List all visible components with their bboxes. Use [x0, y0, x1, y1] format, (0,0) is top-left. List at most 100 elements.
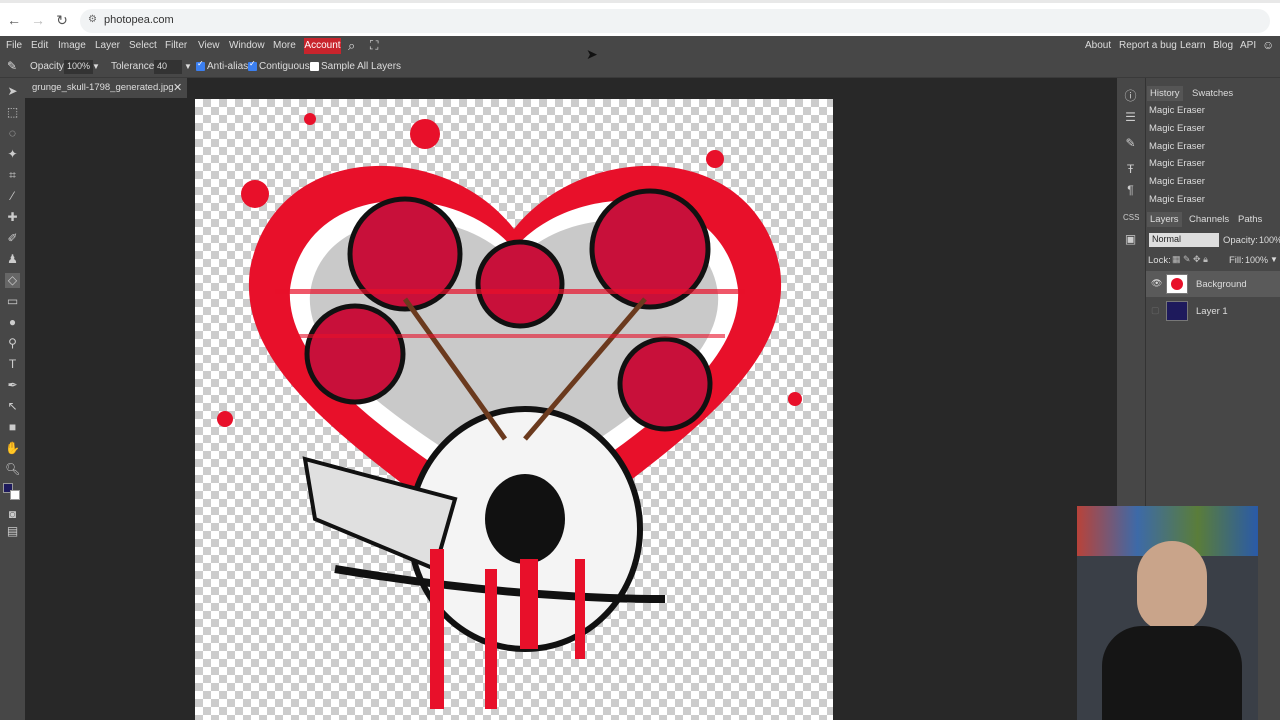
move-tool-icon[interactable]: ➤: [5, 84, 20, 99]
menu-file[interactable]: File: [6, 40, 22, 51]
marquee-tool-icon[interactable]: ⬚: [5, 105, 20, 120]
history-item[interactable]: Magic Eraser: [1149, 141, 1205, 152]
back-arrow-icon[interactable]: ←: [6, 12, 22, 28]
menu-edit[interactable]: Edit: [31, 40, 48, 51]
tab-layers[interactable]: Layers: [1147, 212, 1182, 227]
menu-learn[interactable]: Learn: [1180, 40, 1206, 51]
search-icon[interactable]: ⌕: [348, 38, 355, 54]
document-area: grunge_skull-1798_generated.jpg ✕: [25, 78, 1117, 720]
menu-image[interactable]: Image: [58, 40, 86, 51]
menu-about[interactable]: About: [1085, 40, 1111, 51]
menu-filter[interactable]: Filter: [165, 40, 187, 51]
zoom-tool-icon[interactable]: 🔍︎: [5, 462, 20, 477]
dodge-tool-icon[interactable]: ⚲: [5, 336, 20, 351]
layer-row-background[interactable]: 👁︎ Background: [1146, 271, 1280, 297]
menu-report-bug[interactable]: Report a bug: [1119, 40, 1177, 51]
healing-tool-icon[interactable]: ✚: [5, 210, 20, 225]
fullscreen-icon[interactable]: ⛶: [370, 38, 378, 53]
image-icon[interactable]: ▣: [1123, 232, 1138, 247]
tab-paths[interactable]: Paths: [1238, 214, 1262, 225]
menu-window[interactable]: Window: [229, 40, 265, 51]
canvas[interactable]: [195, 99, 833, 720]
properties-icon[interactable]: ☰: [1123, 110, 1138, 125]
site-info-icon[interactable]: ⚙: [88, 14, 97, 25]
css-icon[interactable]: CSS: [1123, 210, 1139, 225]
layer-row-layer-1[interactable]: ▢ Layer 1: [1146, 298, 1280, 324]
anti-alias-checkbox[interactable]: [196, 59, 205, 71]
tab-history[interactable]: History: [1147, 86, 1183, 101]
webcam-overlay: [1077, 506, 1258, 720]
eyedropper-tool-icon[interactable]: ⁄: [5, 189, 20, 204]
blend-mode-select[interactable]: Normal: [1149, 233, 1219, 247]
lock-label: Lock:: [1148, 255, 1171, 266]
magic-eraser-tool-icon[interactable]: ✎: [7, 59, 17, 73]
account-button[interactable]: Account: [304, 38, 341, 54]
history-item[interactable]: Magic Eraser: [1149, 105, 1205, 116]
layer-thumbnail: [1166, 301, 1188, 321]
sample-all-layers-label: Sample All Layers: [321, 61, 402, 72]
blur-tool-icon[interactable]: ●: [5, 315, 20, 330]
hand-tool-icon[interactable]: ✋: [5, 441, 20, 456]
lasso-tool-icon[interactable]: ◌: [5, 126, 20, 141]
sample-all-layers-checkbox[interactable]: [310, 62, 319, 71]
gradient-tool-icon[interactable]: ▭: [5, 294, 20, 309]
background-color-swatch[interactable]: [10, 490, 20, 500]
url-text: photopea.com: [104, 14, 174, 26]
visibility-eye-icon[interactable]: 👁︎: [1151, 278, 1162, 289]
anti-alias-label: Anti-alias: [207, 61, 249, 72]
lock-icons[interactable]: ▦ ✎ ✥ 🔒︎: [1172, 254, 1208, 265]
menu-layer[interactable]: Layer: [95, 40, 120, 51]
history-item[interactable]: Magic Eraser: [1149, 123, 1205, 134]
fill-dropdown-icon[interactable]: ▼: [1270, 255, 1278, 264]
menu-more[interactable]: More: [273, 40, 296, 51]
social-icon[interactable]: ☺: [1262, 38, 1274, 52]
layer-opacity-label: Opacity:: [1223, 235, 1258, 246]
eraser-tool-icon[interactable]: ◇: [5, 273, 20, 288]
tab-swatches[interactable]: Swatches: [1192, 88, 1233, 99]
paragraph-icon[interactable]: ¶: [1123, 183, 1138, 198]
tolerance-input[interactable]: 40: [154, 60, 182, 74]
document-tab[interactable]: grunge_skull-1798_generated.jpg ✕: [25, 78, 187, 98]
menu-blog[interactable]: Blog: [1213, 40, 1233, 51]
info-icon[interactable]: ⓘ: [1123, 89, 1138, 104]
brush-settings-icon[interactable]: ✎: [1123, 136, 1138, 151]
close-icon[interactable]: ✕: [173, 81, 182, 94]
menu-view[interactable]: View: [198, 40, 220, 51]
reload-icon[interactable]: ↻: [54, 12, 70, 28]
quick-mask-icon[interactable]: ◙: [5, 507, 20, 522]
tool-options-bar: ✎ Opacity: 100% ▼ Tolerance: 40 ▼ Anti-a…: [0, 57, 1280, 78]
forward-arrow-icon[interactable]: →: [30, 12, 46, 28]
character-icon[interactable]: Ŧ: [1123, 162, 1138, 177]
layer-name[interactable]: Layer 1: [1196, 306, 1228, 317]
opacity-input[interactable]: 100%: [64, 60, 94, 74]
screen-mode-icon[interactable]: ▤: [5, 524, 20, 539]
history-item[interactable]: Magic Eraser: [1149, 158, 1205, 169]
visibility-off-icon[interactable]: ▢: [1151, 305, 1160, 316]
contiguous-label: Contiguous: [259, 61, 310, 72]
path-select-tool-icon[interactable]: ↖: [5, 399, 20, 414]
opacity-label: Opacity:: [30, 61, 67, 72]
magic-wand-tool-icon[interactable]: ✦: [5, 147, 20, 162]
artwork-image: [217, 113, 802, 709]
type-tool-icon[interactable]: T: [5, 357, 20, 372]
stamp-tool-icon[interactable]: ♟: [5, 252, 20, 267]
crop-tool-icon[interactable]: ⌗: [5, 168, 20, 183]
layer-thumbnail: [1166, 274, 1188, 294]
menu-api[interactable]: API: [1240, 40, 1256, 51]
fill-value[interactable]: 100%: [1245, 255, 1268, 265]
opacity-dropdown-icon[interactable]: ▼: [92, 62, 100, 71]
brush-tool-icon[interactable]: ✐: [5, 231, 20, 246]
pen-tool-icon[interactable]: ✒: [5, 378, 20, 393]
tab-channels[interactable]: Channels: [1189, 214, 1229, 225]
layer-name[interactable]: Background: [1196, 279, 1247, 290]
menu-select[interactable]: Select: [129, 40, 157, 51]
history-item[interactable]: Magic Eraser: [1149, 176, 1205, 187]
tolerance-dropdown-icon[interactable]: ▼: [184, 62, 192, 71]
browser-bar: ← → ↻ ⚙ photopea.com: [0, 0, 1280, 36]
contiguous-checkbox[interactable]: [248, 59, 257, 71]
history-item[interactable]: Magic Eraser: [1149, 194, 1205, 205]
address-bar[interactable]: ⚙ photopea.com: [80, 9, 1270, 33]
shape-tool-icon[interactable]: ■: [5, 420, 20, 435]
layer-opacity-value[interactable]: 100%: [1259, 235, 1280, 245]
tools-panel: ➤ ⬚ ◌ ✦ ⌗ ⁄ ✚ ✐ ♟ ◇ ▭ ● ⚲ T ✒ ↖ ■ ✋ 🔍︎ ◙…: [0, 78, 25, 720]
